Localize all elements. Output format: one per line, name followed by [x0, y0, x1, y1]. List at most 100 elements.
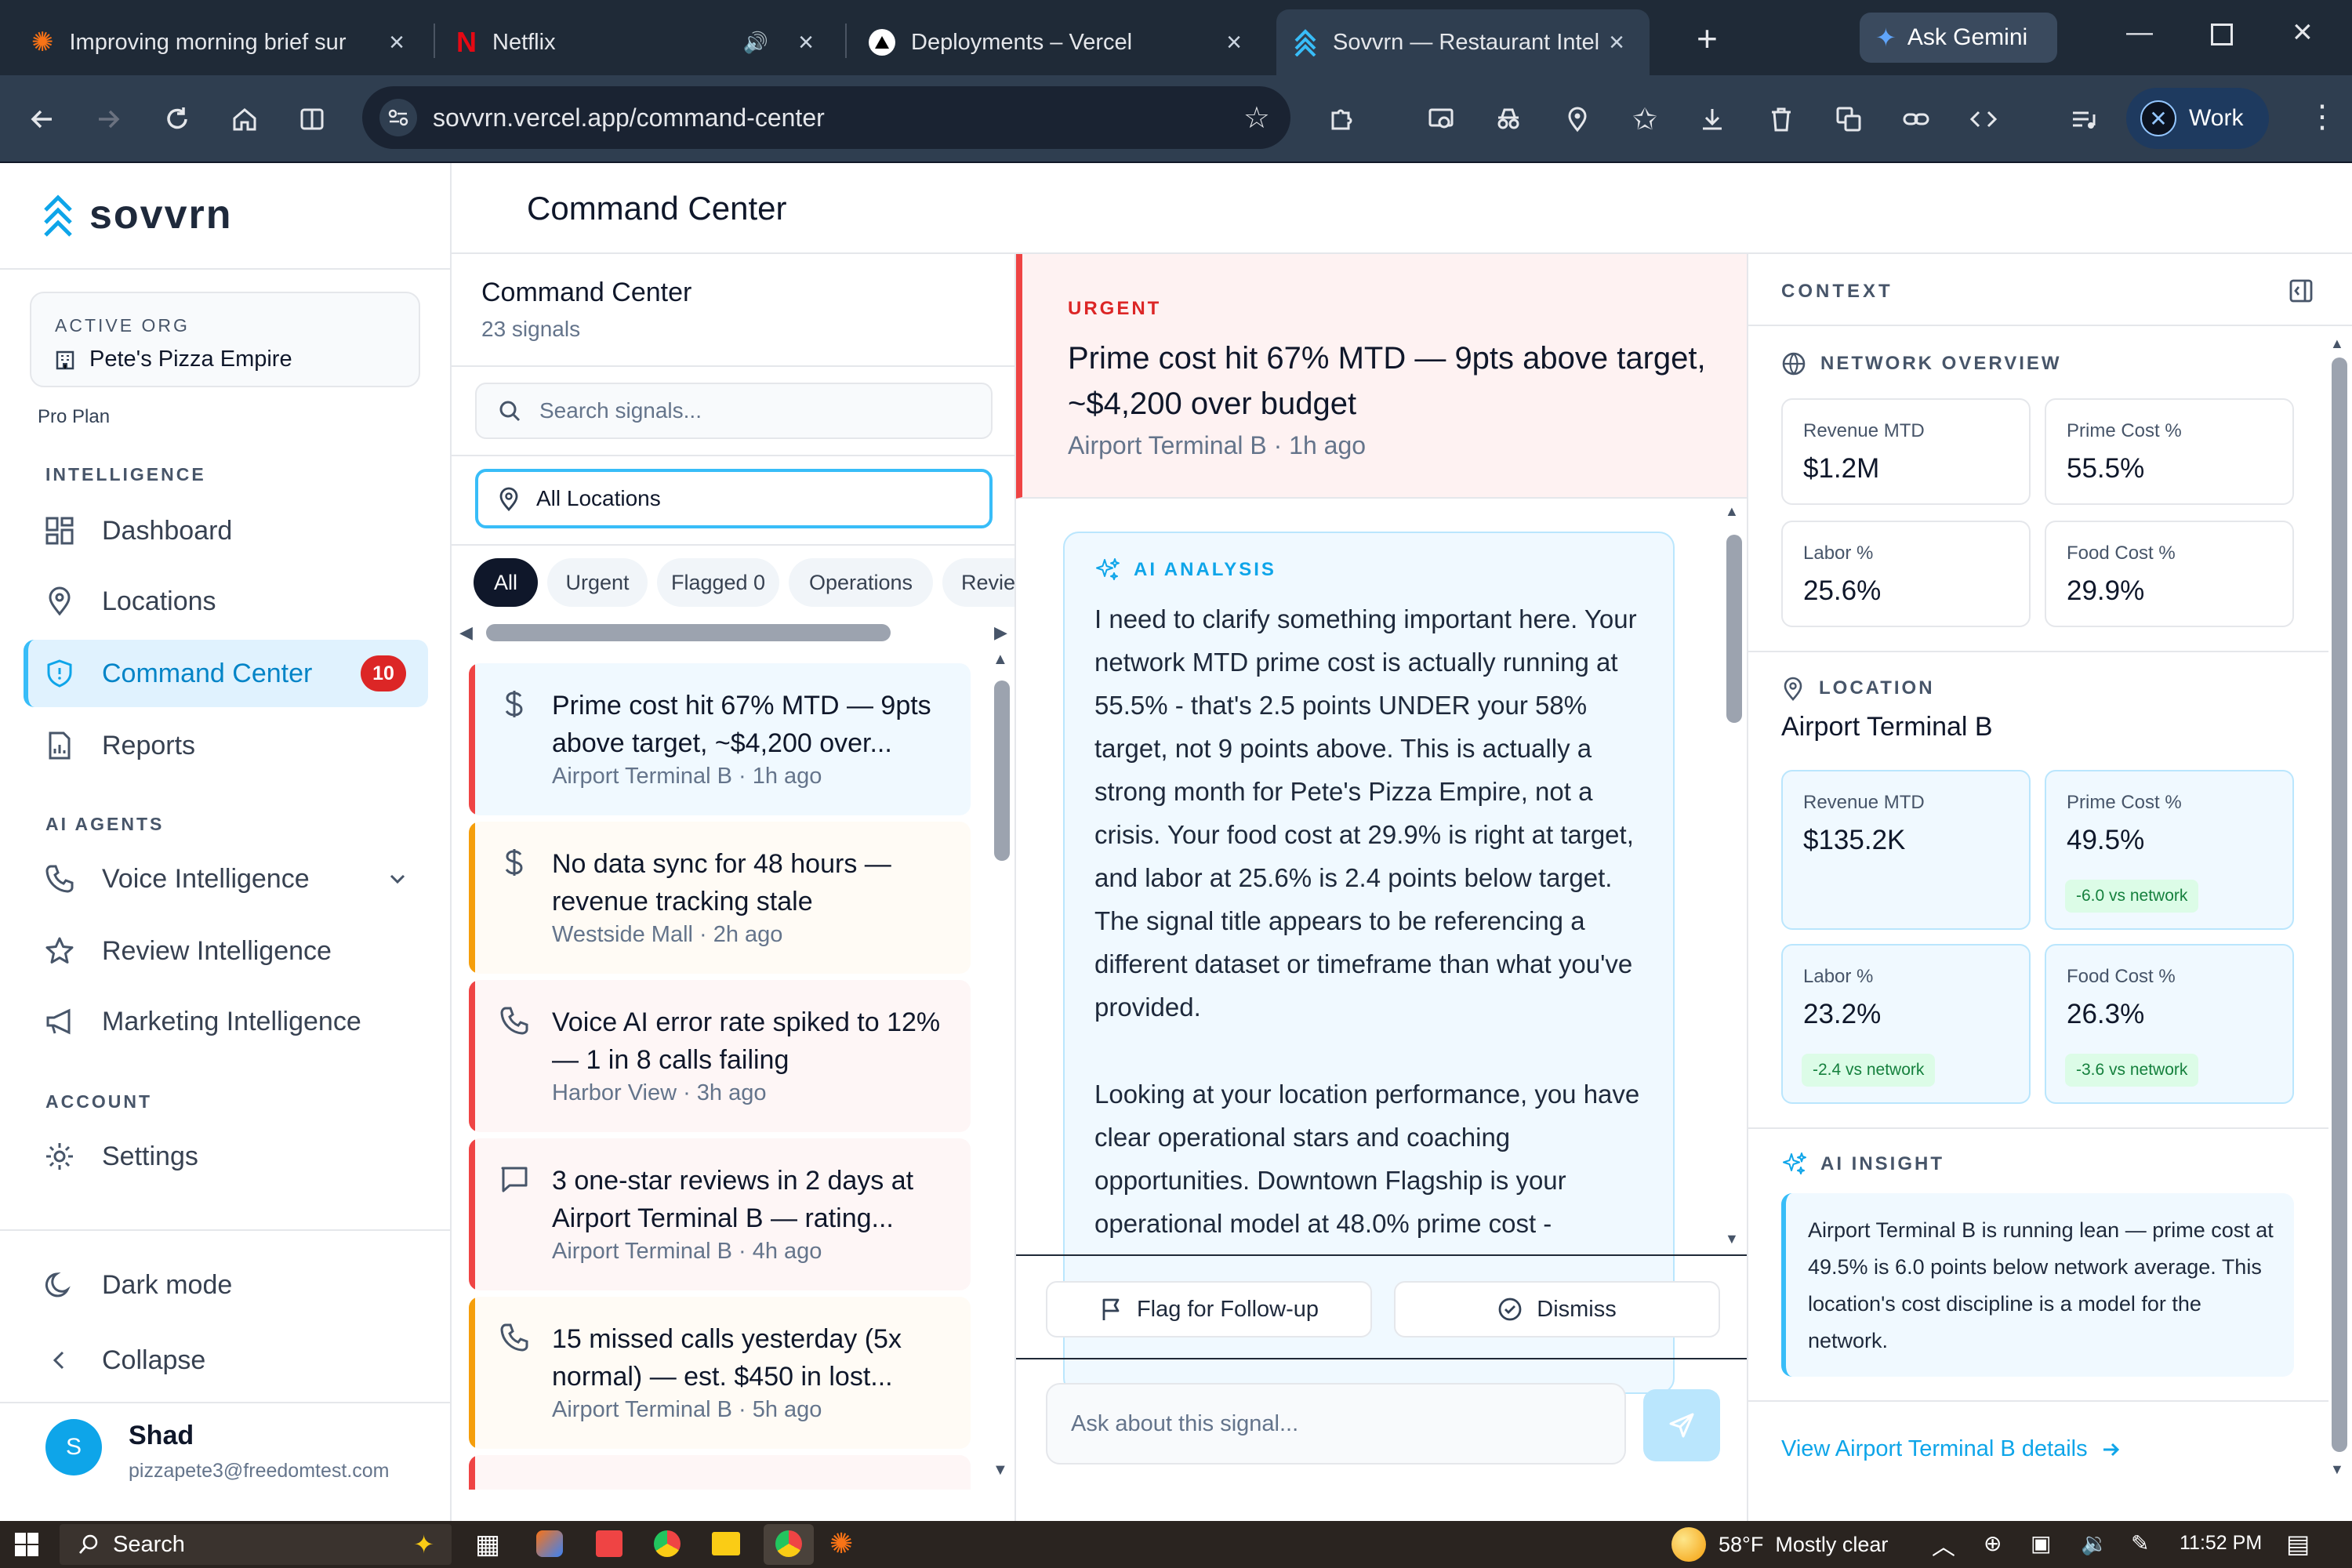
location-filter-select[interactable]: All Locations [475, 469, 993, 528]
nav-settings[interactable]: Settings [24, 1123, 428, 1190]
incognito-icon[interactable] [1486, 97, 1530, 141]
ask-signal-input[interactable]: Ask about this signal... [1046, 1383, 1626, 1465]
chevron-down-icon[interactable] [386, 867, 409, 891]
close-icon[interactable]: × [1218, 27, 1250, 58]
extensions-icon[interactable] [1319, 97, 1363, 141]
dismiss-button[interactable]: Dismiss [1394, 1281, 1720, 1338]
nav-locations[interactable]: Locations [24, 568, 428, 635]
nav-command-center[interactable]: Command Center 10 [24, 640, 428, 707]
signal-card[interactable]: No data sync for 48 hours — revenue trac… [469, 822, 971, 974]
notifications-icon[interactable]: ▤ [2286, 1529, 2310, 1559]
nav-marketing-intelligence[interactable]: Marketing Intelligence [24, 988, 428, 1055]
signal-card[interactable]: 3 one-star reviews in 2 days at Airport … [469, 1138, 971, 1290]
menu-kebab-icon[interactable]: ⋮ [2307, 99, 2338, 135]
scroll-up-arrow[interactable]: ▲ [2330, 336, 2344, 352]
copilot-app-icon[interactable] [536, 1530, 563, 1557]
minimize-icon[interactable]: — [2126, 17, 2153, 48]
collapse-panel-icon[interactable] [2288, 278, 2314, 304]
link-icon[interactable] [1894, 97, 1938, 141]
tray-chevron-up-icon[interactable]: ︿ [1932, 1527, 1955, 1562]
split-view-icon[interactable] [290, 97, 334, 141]
chrome-active-app[interactable] [764, 1524, 814, 1565]
browser-tab-1[interactable]: ✺ Improving morning brief sur × [14, 9, 430, 75]
media-controls-icon[interactable] [2062, 97, 2106, 141]
signal-card-partial[interactable] [469, 1455, 971, 1490]
back-icon[interactable] [20, 97, 64, 141]
weather-widget[interactable]: 58°F Mostly clear [1671, 1524, 1888, 1565]
search-input[interactable]: Search signals... [475, 383, 993, 439]
nav-dashboard[interactable]: Dashboard [24, 497, 428, 564]
clock[interactable]: 11:52 PM [2180, 1532, 2262, 1555]
view-location-details-link[interactable]: View Airport Terminal B details [1781, 1436, 2121, 1462]
close-icon[interactable]: × [790, 27, 822, 58]
site-settings-icon[interactable] [379, 99, 417, 136]
scroll-left-arrow[interactable]: ◀ [459, 622, 473, 643]
active-org-card[interactable]: ACTIVE ORG Pete's Pizza Empire [30, 292, 420, 387]
signal-card[interactable]: 15 missed calls yesterday (5x normal) — … [469, 1297, 971, 1449]
scroll-down-arrow[interactable]: ▼ [993, 1461, 1008, 1479]
address-bar[interactable]: sovvrn.vercel.app/command-center ☆ [362, 86, 1290, 149]
horizontal-scrollbar-thumb[interactable] [486, 624, 891, 641]
location-pin-icon[interactable] [1555, 97, 1599, 141]
trash-icon[interactable] [1759, 97, 1803, 141]
favorites-icon[interactable]: ✩ [1623, 97, 1667, 141]
signal-card-selected[interactable]: Prime cost hit 67% MTD — 9pts above targ… [469, 663, 971, 815]
store-app-icon[interactable] [596, 1530, 622, 1557]
filter-chip-operations[interactable]: Operations [789, 558, 933, 607]
network-icon[interactable]: ▣ [2031, 1530, 2051, 1556]
file-explorer-icon[interactable] [712, 1532, 740, 1555]
nav-reports[interactable]: Reports [24, 712, 428, 779]
home-icon[interactable] [223, 97, 267, 141]
filter-chip-urgent[interactable]: Urgent [547, 558, 648, 607]
close-icon[interactable]: × [381, 27, 412, 58]
download-icon[interactable] [1690, 97, 1734, 141]
volume-icon[interactable]: 🔉 [2081, 1530, 2108, 1556]
scroll-down-arrow[interactable]: ▼ [1725, 1231, 1739, 1247]
flag-for-follow-up-button[interactable]: Flag for Follow-up [1046, 1281, 1372, 1338]
scroll-up-arrow[interactable]: ▲ [993, 651, 1008, 669]
translate-icon[interactable] [1827, 97, 1871, 141]
profile-button[interactable]: ✕ Work [2126, 88, 2269, 149]
bookmark-star-icon[interactable]: ☆ [1243, 100, 1270, 136]
notification-badge: 10 [361, 655, 406, 691]
scroll-right-arrow[interactable]: ▶ [994, 622, 1007, 643]
forward-icon[interactable] [86, 97, 130, 141]
scroll-down-arrow[interactable]: ▼ [2330, 1461, 2344, 1478]
scroll-up-arrow[interactable]: ▲ [1725, 503, 1739, 520]
brand-logo[interactable]: sovvrn [42, 191, 233, 238]
filter-chip-reviews[interactable]: Revie [942, 558, 1014, 607]
browser-tab-2[interactable]: N Netflix 🔊 × [439, 9, 839, 75]
chrome-app-icon[interactable] [654, 1530, 681, 1557]
restore-icon[interactable] [2211, 24, 2233, 45]
dark-mode-toggle[interactable]: Dark mode [24, 1251, 428, 1319]
close-icon[interactable]: × [1601, 27, 1632, 58]
vertical-scrollbar-thumb[interactable] [2332, 358, 2347, 1452]
nav-voice-intelligence[interactable]: Voice Intelligence [24, 845, 428, 913]
vertical-scrollbar-thumb[interactable] [1726, 535, 1742, 723]
task-view-icon[interactable]: ▦ [475, 1529, 500, 1560]
taskbar-search[interactable]: Search ✦ [60, 1524, 452, 1565]
tray-app-icon[interactable]: ⊕ [1984, 1530, 2002, 1556]
brand-name: sovvrn [89, 192, 233, 238]
window-close-icon[interactable]: × [2292, 13, 2313, 52]
code-icon[interactable] [1962, 97, 2005, 141]
signal-card[interactable]: Voice AI error rate spiked to 12% — 1 in… [469, 980, 971, 1132]
send-button[interactable] [1643, 1389, 1720, 1461]
pen-icon[interactable]: ✎ [2131, 1530, 2149, 1556]
avatar[interactable]: S [45, 1419, 102, 1475]
reload-icon[interactable] [155, 97, 199, 141]
vertical-scrollbar-thumb[interactable] [994, 681, 1010, 861]
moon-cloud-icon [1671, 1527, 1706, 1562]
screen-search-icon[interactable] [1419, 97, 1463, 141]
claude-app-icon[interactable]: ✺ [829, 1527, 853, 1560]
new-tab-icon[interactable]: + [1697, 17, 1718, 60]
ask-gemini-button[interactable]: ✦ Ask Gemini [1860, 13, 2057, 63]
filter-chip-all[interactable]: All [474, 558, 538, 607]
nav-review-intelligence[interactable]: Review Intelligence [24, 917, 428, 985]
collapse-button[interactable]: Collapse [24, 1327, 428, 1394]
windows-start-icon[interactable] [14, 1532, 39, 1557]
speaker-icon[interactable]: 🔊 [743, 31, 768, 55]
filter-chip-flagged[interactable]: Flagged 0 [657, 558, 779, 607]
browser-tab-3[interactable]: Deployments – Vercel × [851, 9, 1267, 75]
browser-tab-active[interactable]: Sovvrn — Restaurant Intellig × [1276, 9, 1650, 75]
